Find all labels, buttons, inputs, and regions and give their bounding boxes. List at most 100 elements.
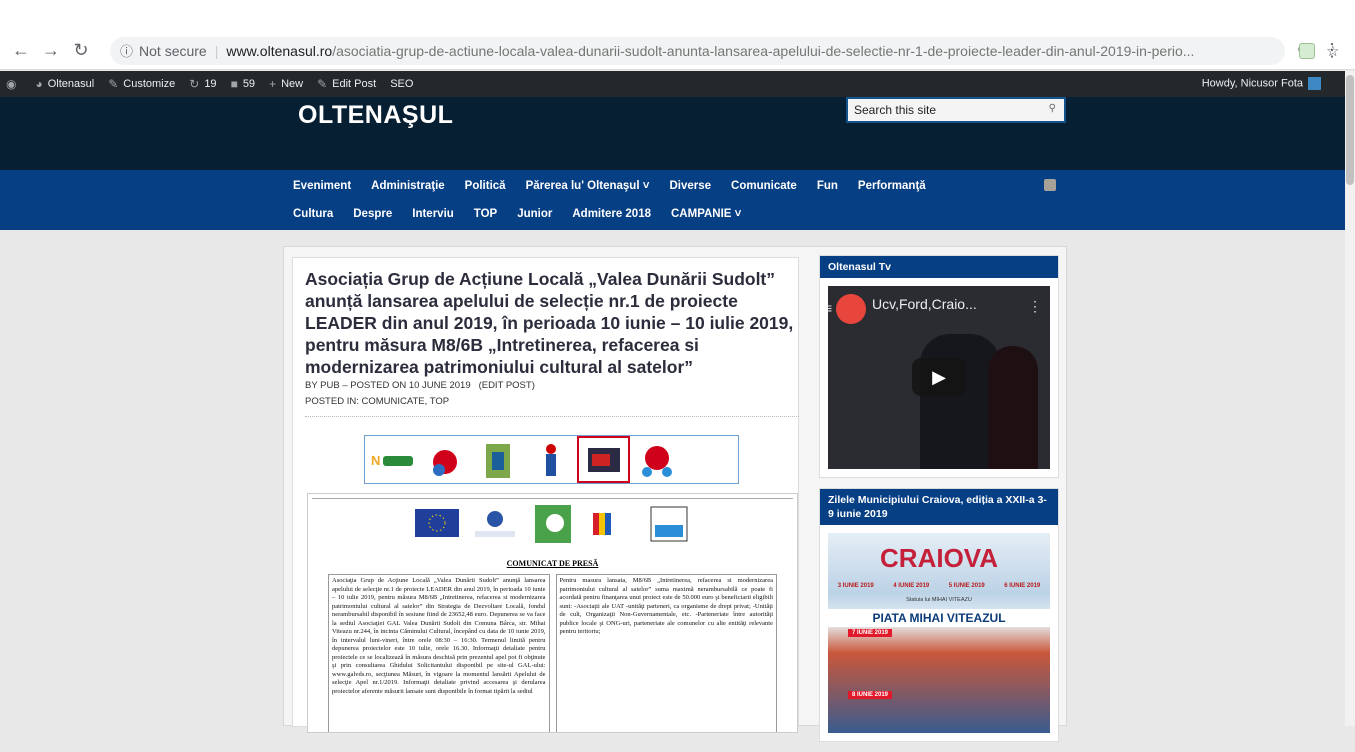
press-release-image: COMUNICAT DE PRESĂ Asociaţia Grup de Acţ… — [307, 493, 798, 733]
nav-item-row2-1[interactable]: Despre — [353, 208, 392, 220]
pencil-icon: ✎ — [317, 77, 328, 91]
content-area: Asociația Grup de Acțiune Locală „Valea … — [283, 246, 1067, 742]
article-author[interactable]: BY PUB — [305, 380, 340, 391]
nav-item-row2-4[interactable]: Junior — [517, 208, 552, 220]
wp-comments-link[interactable]: ■ 59 — [231, 77, 256, 91]
poster-date: 6 IUNIE 2019 — [1004, 583, 1041, 589]
toy-image — [418, 436, 471, 483]
edit-post-link[interactable]: (EDIT POST) — [479, 380, 535, 391]
wp-updates-count: 19 — [204, 78, 217, 90]
rss-icon[interactable] — [1044, 179, 1056, 191]
article-meta: BY PUB – POSTED ON 10 JUNE 2019 (EDIT PO… — [305, 380, 535, 391]
wp-site-label: Oltenasul — [47, 78, 95, 90]
article-title[interactable]: Asociația Grup de Acțiune Locală „Valea … — [305, 268, 795, 378]
video-person — [988, 346, 1038, 469]
nav-row-2: Cultura Despre Interviu TOP Junior Admitere 2… — [293, 208, 741, 220]
info-icon[interactable]: ⓘ — [120, 41, 133, 60]
poster-date: 4 IUNIE 2019 — [893, 583, 930, 589]
wp-customize-link[interactable]: ✎ Customize — [108, 77, 175, 91]
wp-admin-bar: ◉ ◕ Oltenasul ✎ Customize ↻ 19 ■ 59 + New ✎ Ed… — [0, 71, 1345, 97]
afir-logo — [592, 513, 611, 535]
poster-day: 8 IUNIE 2019 — [848, 691, 893, 699]
wp-new-link[interactable]: + New — [269, 77, 303, 91]
search-input[interactable]: Search this site ⚲ — [846, 97, 1066, 123]
extension-icon[interactable] — [1299, 43, 1315, 59]
article-date: – POSTED ON 10 JUNE 2019 — [342, 380, 471, 391]
toy-image — [577, 436, 630, 483]
nav-item-row1-5[interactable]: Comunicate — [731, 180, 797, 192]
browser-menu-icon[interactable]: ⋮ — [1323, 40, 1341, 61]
ad-banner[interactable]: N — [364, 435, 739, 484]
wp-site-link[interactable]: ◕ Oltenasul — [35, 77, 94, 91]
comment-icon: ■ — [230, 77, 238, 91]
wp-customize-label: Customize — [123, 78, 176, 90]
site-logo[interactable]: OLTENAŞUL — [298, 101, 453, 130]
press-release-col-1: Asociaţia Grup de Acţiune Locală „Valea … — [328, 574, 550, 732]
search-icon[interactable]: ⚲ — [1049, 103, 1056, 114]
site-header: OLTENAŞUL Search this site ⚲ — [0, 97, 1345, 170]
nav-item-row1-6[interactable]: Fun — [817, 180, 838, 192]
poster-day: 7 IUNIE 2019 — [848, 629, 893, 637]
nav-item-row2-3[interactable]: TOP — [474, 208, 497, 220]
not-secure-label: Not secure — [139, 42, 207, 59]
poster-stage: Statuia lui MIHAI VITEAZU — [906, 597, 972, 603]
poster-title: CRAIOVA — [880, 543, 998, 573]
ministry-logo — [474, 511, 515, 537]
more-icon[interactable]: ⋮ — [1028, 298, 1042, 315]
poster-date: 5 IUNIE 2019 — [948, 583, 985, 589]
nav-item-row1-7[interactable]: Performanţă — [858, 180, 926, 192]
nav-item-row2-0[interactable]: Cultura — [293, 208, 333, 220]
dashboard-icon: ◕ — [35, 77, 43, 91]
widget-title: Oltenasul Tv — [820, 256, 1058, 278]
wp-edit-post-link[interactable]: ✎ Edit Post — [317, 77, 376, 91]
toy-image — [630, 436, 683, 483]
toy-image — [471, 436, 524, 483]
play-icon[interactable]: ▶ — [912, 358, 966, 396]
nav-item-row1-4[interactable]: Diverse — [669, 180, 711, 192]
wp-seo-label: SEO — [390, 78, 414, 90]
reload-icon[interactable]: ↻ — [66, 40, 96, 61]
tv-widget: Oltenasul Tv ≡ Ucv,Ford,Craio... ⋮ ▶ — [819, 255, 1059, 478]
poster-place: PIATA MIHAI VITEAZUL — [828, 609, 1050, 627]
youtube-video[interactable]: ≡ Ucv,Ford,Craio... ⋮ ▶ — [828, 286, 1050, 469]
divider — [305, 416, 799, 417]
nav-item-row1-1[interactable]: Administraţie — [371, 180, 445, 192]
browser-toolbar: ← → ↻ ⓘ Not secure | www.oltenasul.ro /a… — [0, 32, 1355, 70]
back-icon[interactable]: ← — [6, 40, 36, 61]
nav-item-row1-3[interactable]: Părerea lu' Oltenaşul ˅ — [526, 180, 650, 192]
forward-icon[interactable]: → — [36, 40, 66, 61]
video-title[interactable]: Ucv,Ford,Craio... — [872, 296, 977, 312]
eu-flag-logo — [414, 509, 459, 537]
brush-icon: ✎ — [108, 77, 119, 91]
nav-row-1: Eveniment Administraţie Politică Părerea lu… — [293, 180, 926, 192]
category-links[interactable]: COMUNICATE, TOP — [361, 396, 449, 407]
nav-item-row1-2[interactable]: Politică — [465, 180, 506, 192]
scrollbar[interactable] — [1345, 71, 1355, 726]
playlist-icon: ≡ — [828, 300, 833, 316]
event-poster[interactable]: CRAIOVA 3 IUNIE 2019 4 IUNIE 2019 5 IUNIE … — [828, 533, 1050, 733]
gal-logo — [650, 506, 687, 542]
nav-item-row2-6[interactable]: CAMPANIE ˅ — [671, 208, 741, 220]
scrollbar-thumb[interactable] — [1346, 75, 1354, 185]
wp-seo-link[interactable]: SEO — [390, 78, 413, 90]
nav-item-row2-5[interactable]: Admitere 2018 — [572, 208, 651, 220]
wp-edit-post-label: Edit Post — [332, 78, 377, 90]
article: Asociația Grup de Acțiune Locală „Valea … — [292, 257, 799, 733]
poster-dates: 3 IUNIE 2019 4 IUNIE 2019 5 IUNIE 2019 6 IU… — [828, 583, 1050, 589]
noriel-logo: N — [365, 436, 418, 483]
wp-account-link[interactable]: Howdy, Nicusor Fota — [1202, 77, 1321, 90]
press-release-heading: COMUNICAT DE PRESĂ — [506, 559, 599, 568]
address-bar[interactable]: ⓘ Not secure | www.oltenasul.ro /asociat… — [110, 36, 1285, 65]
wp-updates-link[interactable]: ↻ 19 — [189, 77, 216, 91]
browser-titlebar — [0, 0, 1355, 32]
wp-logo-icon[interactable]: ◉ — [6, 77, 21, 91]
channel-avatar — [836, 294, 866, 324]
toy-image — [524, 436, 577, 483]
nav-item-row1-0[interactable]: Eveniment — [293, 180, 351, 192]
main-navigation: Eveniment Administraţie Politică Părerea lu… — [0, 170, 1345, 230]
event-widget: Zilele Municipiului Craiova, ediția a XX… — [819, 488, 1059, 742]
nav-item-row2-2[interactable]: Interviu — [412, 208, 454, 220]
separator: | — [214, 42, 219, 59]
sidebar: Oltenasul Tv ≡ Ucv,Ford,Craio... ⋮ ▶ Zil… — [819, 255, 1059, 752]
leader-logo — [534, 505, 571, 543]
